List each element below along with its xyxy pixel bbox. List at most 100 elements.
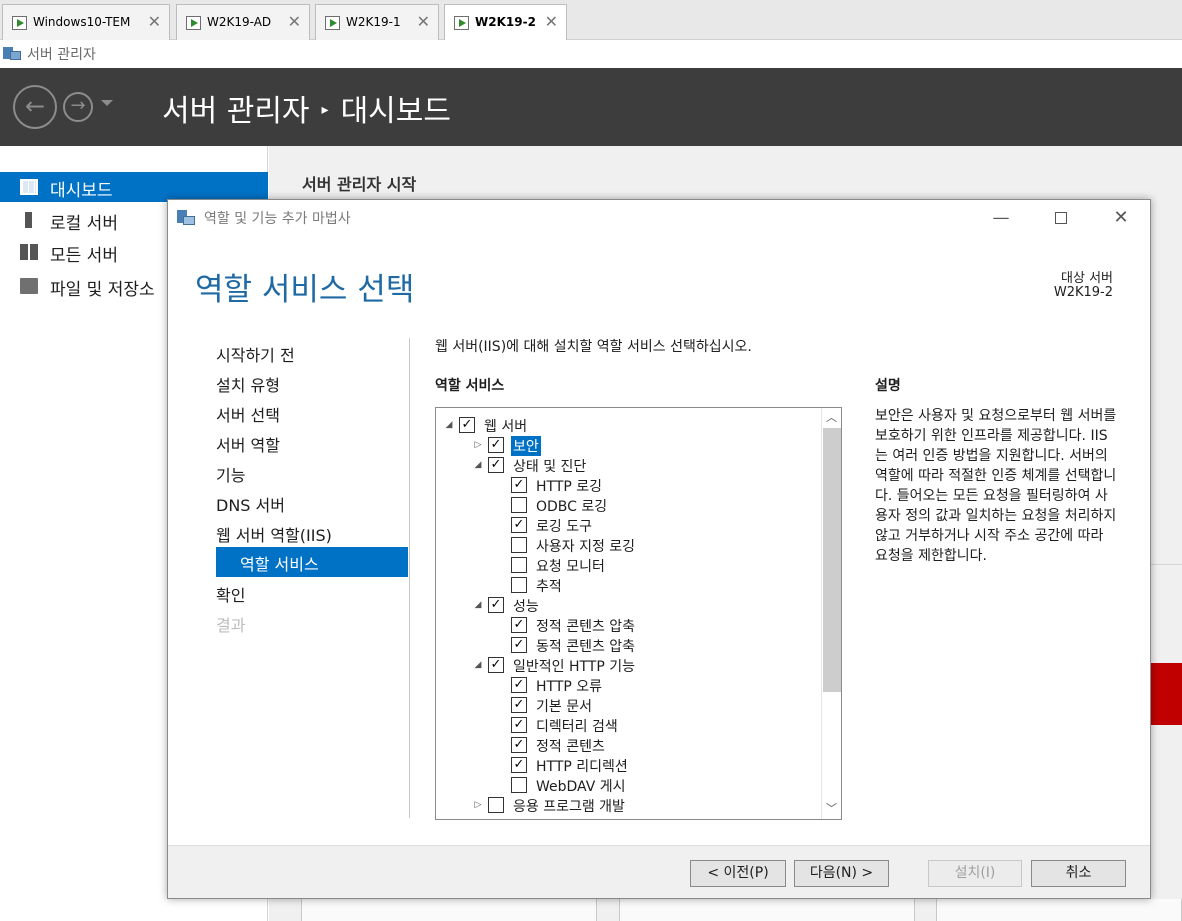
collapse-arrow-icon[interactable]: ◢ <box>443 418 455 432</box>
tree-node[interactable]: ODBC 로깅 <box>495 495 796 515</box>
vm-tab-w2k19-2[interactable]: W2K19-2 ✕ <box>444 4 567 41</box>
tree-node-label: 사용자 지정 로깅 <box>536 539 636 555</box>
checkbox[interactable]: ✓ <box>511 757 527 773</box>
tree-node[interactable]: ✓ 로깅 도구 <box>495 515 796 535</box>
checkbox[interactable]: ✓ <box>488 657 504 673</box>
checkbox[interactable] <box>488 797 504 813</box>
checkbox[interactable]: ✓ <box>488 437 504 453</box>
tree-node[interactable]: ◢ ✓ 성능 <box>472 595 796 615</box>
description-header: 설명 <box>875 378 901 394</box>
tree-node[interactable]: WebDAV 게시 <box>495 775 796 795</box>
scrollbar[interactable]: ︿ ﹀ <box>821 408 841 819</box>
checkbox[interactable]: ✓ <box>511 697 527 713</box>
checkbox[interactable]: ✓ <box>511 617 527 633</box>
checkbox[interactable] <box>511 537 527 553</box>
minimize-icon[interactable]: — <box>986 206 1016 230</box>
step-dns-server[interactable]: DNS 서버 <box>216 488 408 518</box>
vm-icon <box>12 16 27 30</box>
close-icon[interactable]: ✕ <box>148 12 161 31</box>
alert-tile[interactable] <box>1151 663 1182 725</box>
breadcrumb-page: 대시보드 <box>340 94 451 129</box>
vm-tab-w2k19-1[interactable]: W2K19-1 ✕ <box>315 4 439 40</box>
tree-node[interactable]: ▷ 응용 프로그램 개발 <box>472 795 796 815</box>
step-installation-type[interactable]: 설치 유형 <box>216 368 408 398</box>
tree-node[interactable]: ✓ HTTP 로깅 <box>495 475 796 495</box>
close-icon[interactable]: ✕ <box>545 12 558 31</box>
tree-node[interactable]: ✓ 정적 콘텐츠 압축 <box>495 615 796 635</box>
tree-node[interactable]: ✓ 동적 콘텐츠 압축 <box>495 635 796 655</box>
previous-button[interactable]: < 이전(P) <box>690 860 786 887</box>
vm-tab-w2k19-ad[interactable]: W2K19-AD ✕ <box>176 4 310 40</box>
vm-tab-windows10-tem[interactable]: Windows10-TEM ✕ <box>2 4 170 40</box>
breadcrumb-separator-icon: ▸ <box>321 101 329 118</box>
divider <box>409 338 410 818</box>
tree-node[interactable]: ✓ HTTP 오류 <box>495 675 796 695</box>
sidebar-item-dashboard[interactable]: 대시보드 <box>0 172 268 202</box>
forward-arrow-icon[interactable]: → <box>63 92 93 122</box>
step-features[interactable]: 기능 <box>216 458 408 488</box>
tree-node[interactable]: ✓ 디렉터리 검색 <box>495 715 796 735</box>
tree-node[interactable]: ✓ 기본 문서 <box>495 695 796 715</box>
chevron-down-icon[interactable]: ﹀ <box>822 799 841 819</box>
checkbox[interactable]: ✓ <box>511 737 527 753</box>
checkbox[interactable]: ✓ <box>488 597 504 613</box>
cancel-button[interactable]: 취소 <box>1031 860 1126 887</box>
maximize-icon[interactable] <box>1046 206 1076 230</box>
dialog-title: 역할 및 기능 추가 마법사 <box>204 211 351 227</box>
collapse-arrow-icon[interactable]: ◢ <box>472 458 484 472</box>
local-server-icon <box>25 212 32 228</box>
checkbox[interactable] <box>511 777 527 793</box>
checkbox[interactable]: ✓ <box>511 717 527 733</box>
tree-node[interactable]: ◢ ✓ 일반적인 HTTP 기능 <box>472 655 796 675</box>
tree-node[interactable]: ✓ 정적 콘텐츠 <box>495 735 796 755</box>
tree-node-label: 응용 프로그램 개발 <box>513 799 625 815</box>
close-icon[interactable]: ✕ <box>417 12 430 31</box>
breadcrumb-root[interactable]: 서버 관리자 <box>162 94 310 129</box>
chevron-down-icon[interactable] <box>101 100 113 106</box>
close-icon[interactable]: ✕ <box>1106 206 1136 230</box>
checkbox[interactable]: ✓ <box>511 637 527 653</box>
tree-node-label: 정적 콘텐츠 압축 <box>536 619 636 635</box>
dialog-footer: < 이전(P) 다음(N) > 설치(I) 취소 <box>168 845 1150 898</box>
tree-node[interactable]: 추적 <box>495 575 796 595</box>
next-button[interactable]: 다음(N) > <box>794 860 889 887</box>
expand-arrow-icon[interactable]: ▷ <box>472 798 484 812</box>
step-role-services[interactable]: 역할 서비스 <box>216 547 408 577</box>
expand-arrow-icon[interactable]: ▷ <box>472 438 484 452</box>
all-servers-icon <box>20 244 38 260</box>
tree-node-label: 로깅 도구 <box>536 519 592 535</box>
tree-node[interactable]: 요청 모니터 <box>495 555 796 575</box>
page-title: 서버 관리자 시작 <box>302 175 417 194</box>
collapse-arrow-icon[interactable]: ◢ <box>472 598 484 612</box>
app-title: 서버 관리자 <box>27 47 96 63</box>
step-label: 확인 <box>216 586 246 605</box>
step-server-selection[interactable]: 서버 선택 <box>216 398 408 428</box>
step-label: 역할 서비스 <box>240 555 319 574</box>
checkbox[interactable]: ✓ <box>488 457 504 473</box>
vm-tab-label: W2K19-1 <box>346 15 401 29</box>
checkbox[interactable]: ✓ <box>511 477 527 493</box>
scrollbar-thumb[interactable] <box>823 428 841 692</box>
step-server-roles[interactable]: 서버 역할 <box>216 428 408 458</box>
dialog-titlebar: 역할 및 기능 추가 마법사 — ✕ <box>168 200 1150 236</box>
tree-node[interactable]: 사용자 지정 로깅 <box>495 535 796 555</box>
checkbox[interactable] <box>511 577 527 593</box>
checkbox[interactable] <box>511 497 527 513</box>
tree-node[interactable]: ✓ HTTP 리디렉션 <box>495 755 796 775</box>
checkbox[interactable]: ✓ <box>511 677 527 693</box>
role-services-tree[interactable]: ︿ ﹀ ◢ ✓ 웹 서버 ▷ ✓ 보안 ◢ ✓ 상태 및 진단 ✓ HTTP 로깅 ODBC 로깅 ✓ 로… <box>435 407 842 820</box>
back-arrow-icon[interactable]: ← <box>13 85 57 129</box>
step-label: 서버 역할 <box>216 436 280 455</box>
tree-node[interactable]: ▷ ✓ 보안 <box>472 435 796 456</box>
step-web-server-role[interactable]: 웹 서버 역할(IIS) <box>216 518 408 548</box>
step-confirmation[interactable]: 확인 <box>216 578 408 608</box>
collapse-arrow-icon[interactable]: ◢ <box>472 658 484 672</box>
chevron-up-icon[interactable]: ︿ <box>822 408 841 428</box>
checkbox[interactable]: ✓ <box>511 517 527 533</box>
tree-node[interactable]: ◢ ✓ 상태 및 진단 <box>472 455 796 475</box>
step-before-you-begin[interactable]: 시작하기 전 <box>216 338 408 368</box>
tree-node[interactable]: ◢ ✓ 웹 서버 <box>443 415 796 435</box>
checkbox[interactable]: ✓ <box>459 417 475 433</box>
close-icon[interactable]: ✕ <box>288 12 301 31</box>
checkbox[interactable] <box>511 557 527 573</box>
